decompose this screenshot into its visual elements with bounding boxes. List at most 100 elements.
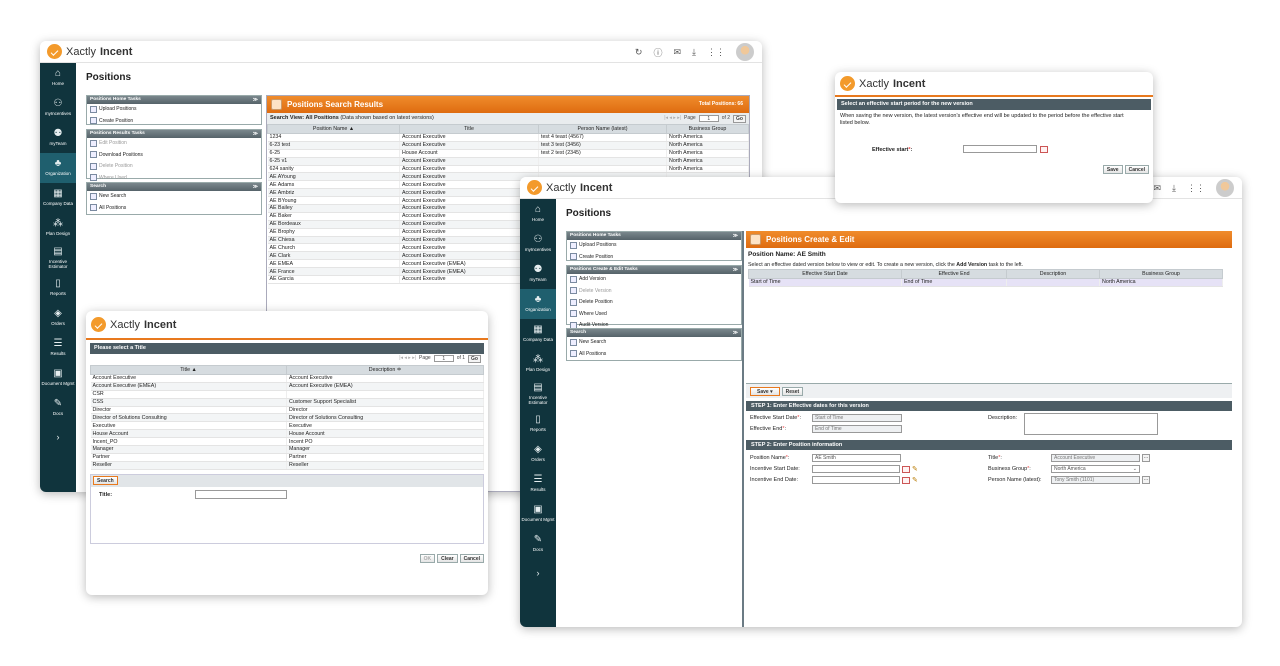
- position-name-input[interactable]: AE Smith: [812, 454, 901, 462]
- table-row[interactable]: House Account House Account: [90, 429, 484, 439]
- task-download-positions[interactable]: Download Positions: [87, 150, 261, 162]
- edit-icon[interactable]: ✎: [912, 465, 918, 473]
- apps-grid-icon[interactable]: ⋮⋮: [1187, 183, 1205, 194]
- table-row[interactable]: Manager Manager: [90, 445, 484, 454]
- pager-nav-icons[interactable]: |◂ ◂ ▸ ▸|: [664, 113, 681, 124]
- collapse-icon[interactable]: ≫: [733, 329, 738, 337]
- task-upload-positions[interactable]: Upload Positions: [567, 240, 741, 252]
- effective-end-input[interactable]: End of Time: [812, 425, 902, 433]
- page-input[interactable]: 1: [698, 115, 719, 122]
- task-create-position[interactable]: Create Position: [87, 116, 261, 128]
- table-row[interactable]: CSR: [90, 390, 484, 399]
- table-row[interactable]: Account Executive (EMEA) Account Executiv…: [90, 382, 484, 391]
- collapse-icon[interactable]: ≫: [253, 96, 258, 104]
- table-row[interactable]: 6-25 v1 Account Executive North America: [267, 157, 749, 166]
- description-textarea[interactable]: [1024, 413, 1158, 435]
- calendar-icon[interactable]: [902, 466, 910, 473]
- sidebar-item-company-data[interactable]: ▦ Company Data: [520, 319, 556, 349]
- download-icon[interactable]: ⤓: [1172, 183, 1176, 194]
- apps-grid-icon[interactable]: ⋮⋮: [707, 47, 725, 58]
- save-button[interactable]: Save: [1102, 165, 1123, 174]
- ok-button[interactable]: OK: [419, 554, 436, 563]
- edit-icon[interactable]: ✎: [912, 476, 918, 484]
- title-input[interactable]: Account Executive: [1051, 454, 1140, 462]
- sidebar-item-reports[interactable]: ▯ Reports: [40, 273, 76, 303]
- column-header[interactable]: Position Name ▲: [267, 124, 400, 134]
- task-delete-position[interactable]: Delete Position: [87, 161, 261, 173]
- column-header[interactable]: Description ≑: [286, 365, 484, 375]
- task-new-search[interactable]: New Search: [567, 337, 741, 349]
- sidebar-item-docs[interactable]: ✎ Docs: [40, 393, 76, 423]
- download-icon[interactable]: ⤓: [692, 47, 696, 58]
- reset-button[interactable]: Reset: [781, 387, 804, 396]
- sidebar-item-incentive-estimator[interactable]: ▤ Incentive Estimator: [40, 243, 76, 273]
- table-row[interactable]: Incent_PO Incent PO: [90, 437, 484, 447]
- column-header[interactable]: Title ▲: [90, 365, 287, 375]
- sidebar-item-home[interactable]: ⌂ Home: [520, 199, 556, 229]
- task-all-positions[interactable]: All Positions: [87, 203, 261, 215]
- mail-icon[interactable]: ✉: [1153, 183, 1161, 194]
- sidebar-item-organization[interactable]: ♣ Organization: [520, 289, 556, 319]
- table-row[interactable]: 6-23 test Account Executive test 3 test (3…: [267, 141, 749, 150]
- sidebar-item-orders[interactable]: ◈ Orders: [520, 439, 556, 469]
- task-create-position[interactable]: Create Position: [567, 252, 741, 264]
- version-row[interactable]: Start of Time End of Time North America: [748, 278, 1223, 287]
- sidebar-item-myteam[interactable]: ⚉ myTeam: [520, 259, 556, 289]
- column-header[interactable]: Effective Start Date: [748, 269, 902, 279]
- task-all-positions[interactable]: All Positions: [567, 349, 741, 361]
- table-row[interactable]: 6-25 House Account test 2 test (2345) North…: [267, 149, 749, 158]
- sidebar-expand-icon[interactable]: ›: [520, 559, 556, 589]
- incentive-start-input[interactable]: [812, 465, 900, 473]
- save-button[interactable]: Save ▾: [750, 387, 780, 396]
- task-upload-positions[interactable]: Upload Positions: [87, 104, 261, 116]
- task-delete-version[interactable]: Delete Version: [567, 286, 741, 298]
- table-row[interactable]: Director of Solutions Consulting Director…: [90, 413, 484, 423]
- sidebar-item-reports[interactable]: ▯ Reports: [520, 409, 556, 439]
- table-row[interactable]: 1234 Account Executive test 4 teast (4567)…: [267, 133, 749, 142]
- help-icon[interactable]: ⓘ: [653, 46, 662, 59]
- person-lookup-button[interactable]: …: [1142, 476, 1150, 484]
- effective-start-input[interactable]: [963, 145, 1037, 153]
- column-header[interactable]: Title: [399, 124, 539, 134]
- collapse-icon[interactable]: ≫: [253, 130, 258, 138]
- table-row[interactable]: CSS Customer Support Specialist: [90, 398, 484, 407]
- table-row[interactable]: Account Executive Account Executive: [90, 374, 484, 383]
- sidebar-item-home[interactable]: ⌂ Home: [40, 63, 76, 93]
- task-add-version[interactable]: Add Version: [567, 274, 741, 286]
- column-header[interactable]: Business Group: [1099, 269, 1223, 279]
- avatar[interactable]: [736, 43, 754, 61]
- task-where-used[interactable]: Where Used: [567, 309, 741, 321]
- column-header[interactable]: Description: [1006, 269, 1100, 279]
- history-icon[interactable]: ↻: [635, 47, 643, 58]
- task-delete-position[interactable]: Delete Position: [567, 297, 741, 309]
- person-name-input[interactable]: Tony Smith (1101): [1051, 476, 1140, 484]
- column-header[interactable]: Business Group: [666, 124, 749, 134]
- table-row[interactable]: 624 sanity Account Executive North America: [267, 165, 749, 174]
- sidebar-item-incentive-estimator[interactable]: ▤ Incentive Estimator: [520, 379, 556, 409]
- sidebar-item-document-mgmt[interactable]: ▣ Document Mgmt: [520, 499, 556, 529]
- calendar-icon[interactable]: [1040, 146, 1048, 153]
- collapse-icon[interactable]: ≫: [733, 266, 738, 274]
- mail-icon[interactable]: ✉: [673, 47, 681, 58]
- task-new-search[interactable]: New Search: [87, 191, 261, 203]
- pager-nav-icons[interactable]: |◂ ◂ ▸ ▸|: [399, 354, 416, 363]
- sidebar-item-results[interactable]: ☰ Results: [40, 333, 76, 363]
- cancel-button[interactable]: Cancel: [1124, 165, 1149, 174]
- sidebar-item-myteam[interactable]: ⚉ myTeam: [40, 123, 76, 153]
- sidebar-item-document-mgmt[interactable]: ▣ Document Mgmt: [40, 363, 76, 393]
- task-edit-position[interactable]: Edit Position: [87, 138, 261, 150]
- title-lookup-button[interactable]: …: [1142, 454, 1150, 462]
- table-row[interactable]: Director Director: [90, 406, 484, 415]
- business-group-select[interactable]: North America ⌄: [1051, 465, 1140, 473]
- table-row[interactable]: Partner Partner: [90, 453, 484, 462]
- go-button[interactable]: Go: [468, 354, 481, 363]
- table-row[interactable]: Reseller Reseller: [90, 461, 484, 470]
- splitter[interactable]: [742, 231, 744, 627]
- incentive-end-input[interactable]: [812, 476, 900, 484]
- sidebar-item-orders[interactable]: ◈ Orders: [40, 303, 76, 333]
- calendar-icon[interactable]: [902, 477, 910, 484]
- column-header[interactable]: Person Name (latest): [538, 124, 667, 134]
- collapse-icon[interactable]: ≫: [253, 183, 258, 191]
- sidebar-item-plan-design[interactable]: ⁂ Plan Design: [40, 213, 76, 243]
- sidebar-item-organization[interactable]: ♣ Organization: [40, 153, 76, 183]
